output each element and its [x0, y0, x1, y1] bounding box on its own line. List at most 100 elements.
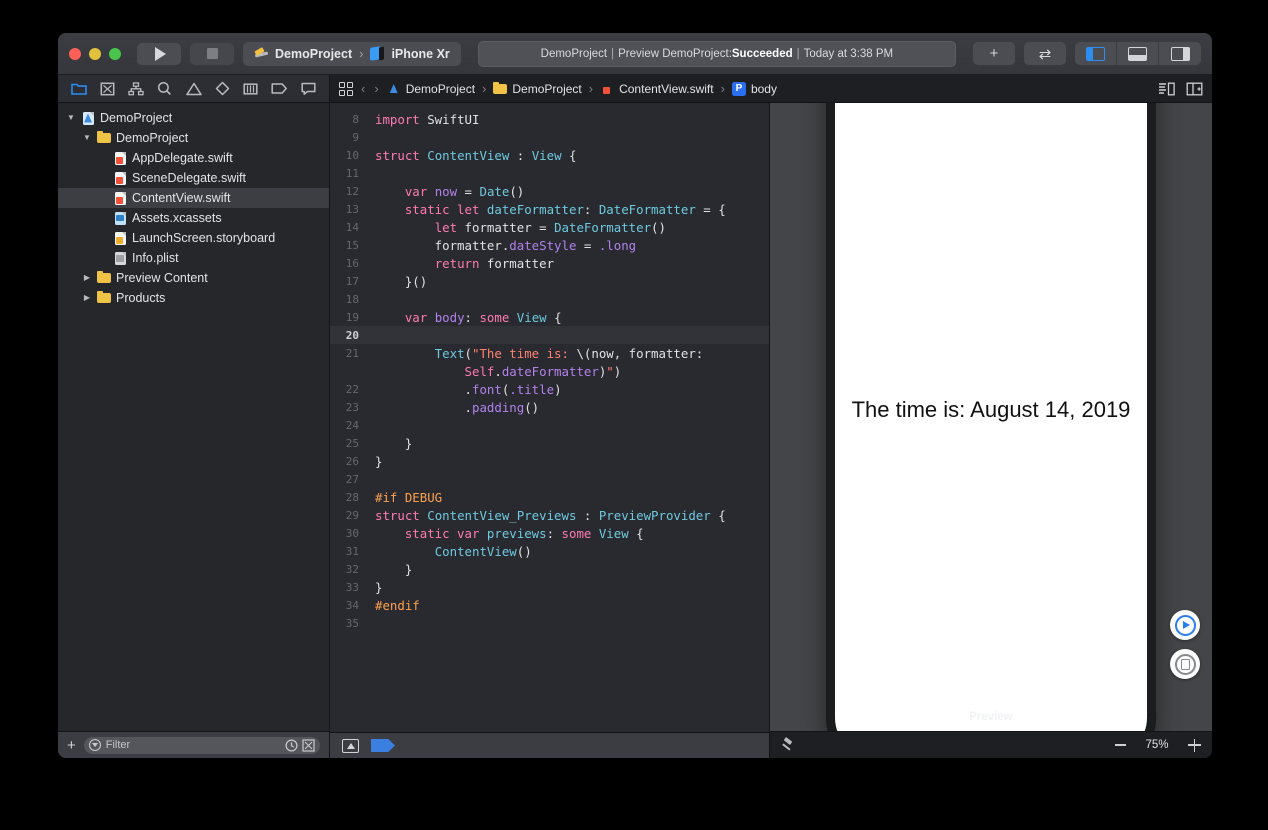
code-line[interactable]: 8 import SwiftUI [330, 110, 769, 128]
swap-editors-button[interactable]: ⇄ [1024, 42, 1066, 65]
code-line[interactable]: 20 [330, 326, 769, 344]
add-file-button[interactable]: + [67, 738, 76, 753]
navigator-tab-breakpoint[interactable] [266, 79, 292, 99]
tree-row-preview-content[interactable]: ▶ Preview Content [58, 268, 329, 288]
tree-row-contentview-swift[interactable]: ContentView.swift [58, 188, 329, 208]
code-line[interactable]: 13 static let dateFormatter: DateFormatt… [330, 200, 769, 218]
navigator-panel-icon [1086, 46, 1105, 61]
code-token: dateFormatter [501, 363, 599, 379]
tree-row-assets-xcassets[interactable]: Assets.xcassets [58, 208, 329, 228]
source-code[interactable]: 8 import SwiftUI 9 10 struct ContentView : V… [330, 103, 769, 732]
code-line[interactable]: 31 ContentView() [330, 542, 769, 560]
canvas-stage[interactable]: The time is: August 14, 2019 Preview [770, 103, 1212, 731]
code-line[interactable]: 24 [330, 416, 769, 434]
code-line[interactable]: 10 struct ContentView : View { [330, 146, 769, 164]
code-line[interactable]: 22 .font(.title) [330, 380, 769, 398]
run-button[interactable] [137, 42, 181, 65]
live-preview-button[interactable] [1170, 610, 1200, 640]
code-line[interactable]: 26} [330, 452, 769, 470]
minimize-button[interactable] [89, 47, 101, 60]
code-line[interactable]: 29 struct ContentView_Previews : PreviewP… [330, 506, 769, 524]
pin-icon[interactable] [781, 738, 796, 753]
toggle-inspector-button[interactable] [1159, 42, 1201, 65]
code-line[interactable]: 12 var now = Date() [330, 182, 769, 200]
navigator-tab-test[interactable] [209, 79, 235, 99]
code-line[interactable]: 15 formatter.dateStyle = .long [330, 236, 769, 254]
navigator-tab-issue[interactable] [181, 79, 207, 99]
filter-dropdown-icon[interactable] [88, 739, 101, 751]
code-line[interactable]: 34 #endif [330, 596, 769, 614]
code-line[interactable]: 33} [330, 578, 769, 596]
navigator-tab-symbol[interactable] [123, 79, 149, 99]
toggle-debug-area-button[interactable] [1117, 42, 1159, 65]
navigator-tab-project[interactable] [66, 79, 92, 99]
code-line[interactable]: 18 [330, 290, 769, 308]
tree-row-appdelegate-swift[interactable]: AppDelegate.swift [58, 148, 329, 168]
debug-view-hierarchy-icon[interactable] [342, 738, 359, 753]
zoom-out-button[interactable] [1115, 744, 1126, 746]
canvas-bottom-bar: 75% [770, 731, 1212, 758]
navigate-forward-button[interactable]: › [373, 81, 379, 96]
zoom-in-button[interactable] [1188, 738, 1201, 752]
project-file-tree[interactable]: ▼ DemoProject ▼ DemoProject AppDelegate.swif… [58, 103, 329, 731]
code-line[interactable]: 9 [330, 128, 769, 146]
navigator-panel: ▼ DemoProject ▼ DemoProject AppDelegate.swif… [58, 75, 330, 758]
breadcrumb-item-3[interactable]: body [751, 82, 777, 96]
tree-row-label: SceneDelegate.swift [132, 171, 246, 185]
zoom-button[interactable] [109, 47, 121, 60]
inspect-preview-button[interactable] [1170, 649, 1200, 679]
disclosure-triangle-icon[interactable]: ▶ [82, 268, 92, 288]
scheme-destination-selector[interactable]: DemoProject › iPhone Xr [243, 41, 461, 66]
tree-row-demoproject[interactable]: ▼ DemoProject [58, 108, 329, 128]
code-line[interactable]: 28 #if DEBUG [330, 488, 769, 506]
code-token: ContentView [427, 147, 510, 163]
code-token: View [516, 309, 547, 325]
code-token: } [375, 561, 413, 577]
navigator-tab-report[interactable] [295, 79, 321, 99]
breadcrumb-item-2[interactable]: ContentView.swift [619, 82, 714, 96]
tree-row-info-plist[interactable]: Info.plist [58, 248, 329, 268]
code-line[interactable]: 35 [330, 614, 769, 632]
close-button[interactable] [69, 47, 81, 60]
add-editor-button[interactable]: + [973, 42, 1015, 65]
breakpoint-toggle-icon[interactable] [371, 739, 395, 752]
device-screen[interactable]: The time is: August 14, 2019 [835, 103, 1147, 731]
code-line[interactable]: 25 } [330, 434, 769, 452]
navigator-tab-source-control[interactable] [95, 79, 121, 99]
line-number: 32 [345, 562, 359, 576]
tree-row-launchscreen-storyboard[interactable]: LaunchScreen.storyboard [58, 228, 329, 248]
code-line[interactable]: 21 Text("The time is: \(now, formatter: [330, 344, 769, 362]
toggle-navigator-button[interactable] [1075, 42, 1117, 65]
tree-row-products[interactable]: ▶ Products [58, 288, 329, 308]
related-items-icon[interactable] [339, 81, 353, 96]
code-line[interactable]: 32 } [330, 560, 769, 578]
disclosure-triangle-icon[interactable]: ▼ [66, 108, 76, 128]
code-line[interactable]: 17 }() [330, 272, 769, 290]
disclosure-triangle-icon[interactable]: ▶ [82, 288, 92, 308]
code-line[interactable]: 23 .padding() [330, 398, 769, 416]
status-bar[interactable]: DemoProject | Preview DemoProject: Succe… [477, 40, 956, 67]
breadcrumb-item-1[interactable]: DemoProject [512, 82, 581, 96]
code-line[interactable]: 19 var body: some View { [330, 308, 769, 326]
navigate-back-button[interactable]: ‹ [360, 81, 366, 96]
code-token: var [404, 309, 428, 325]
tree-row-scenedelegate-swift[interactable]: SceneDelegate.swift [58, 168, 329, 188]
navigator-tab-find[interactable] [152, 79, 178, 99]
code-line[interactable]: Self.dateFormatter)") [330, 362, 769, 380]
code-line[interactable]: 16 return formatter [330, 254, 769, 272]
breadcrumb[interactable]: DemoProject › DemoProject › ContentView.… [387, 81, 777, 96]
filter-field[interactable]: Filter [83, 736, 320, 754]
code-line[interactable]: 30 static var previews: some View { [330, 524, 769, 542]
breadcrumb-item-0[interactable]: DemoProject [406, 82, 475, 96]
tree-row-demoproject[interactable]: ▼ DemoProject [58, 128, 329, 148]
code-token: \( [576, 345, 592, 361]
code-line[interactable]: 11 [330, 164, 769, 182]
code-line-text: Self.dateFormatter)") [368, 363, 622, 379]
code-line[interactable]: 27 [330, 470, 769, 488]
navigator-tab-debug[interactable] [238, 79, 264, 99]
stop-button[interactable] [190, 42, 234, 65]
disclosure-triangle-icon[interactable]: ▼ [82, 128, 92, 148]
code-token: . [375, 381, 472, 397]
code-line[interactable]: 14 let formatter = DateFormatter() [330, 218, 769, 236]
